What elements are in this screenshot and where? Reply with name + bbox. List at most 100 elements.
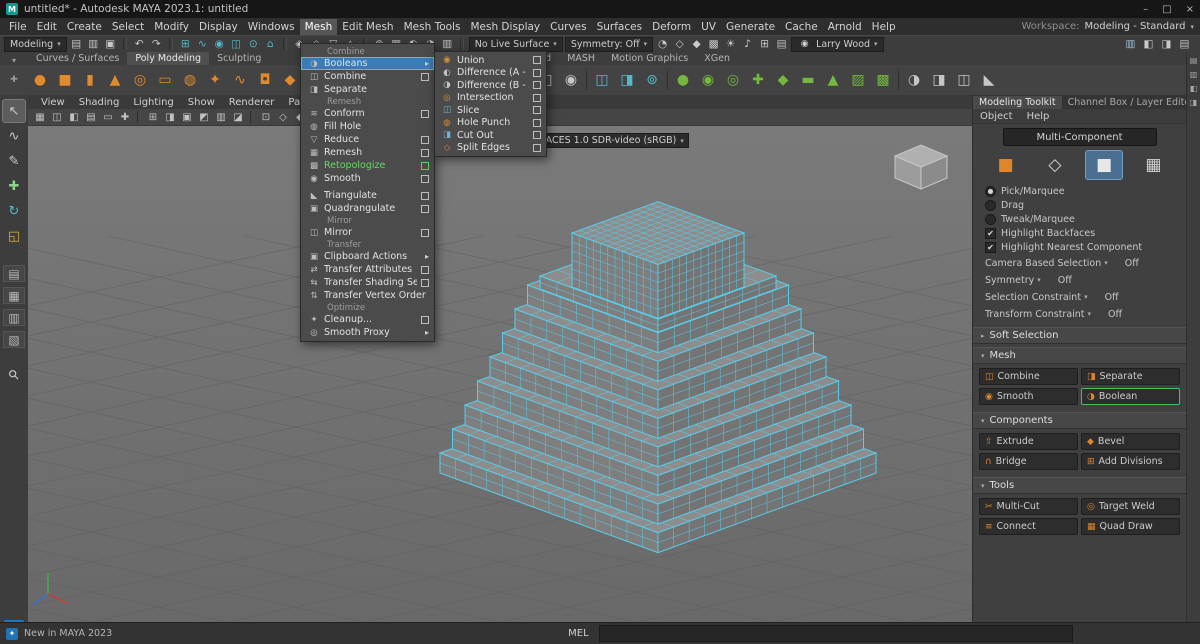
option-box-icon[interactable] <box>421 192 429 200</box>
layout-hypershade[interactable]: ▧ <box>3 331 25 348</box>
gate-mask-icon[interactable]: ◩ <box>196 110 212 124</box>
menu-item-smooth[interactable]: ◉Smooth <box>301 172 434 185</box>
bookmarks-icon[interactable]: ▤ <box>83 110 99 124</box>
object-mode-icon[interactable]: ■ <box>988 151 1024 179</box>
light-display-icon[interactable]: ☀ <box>723 37 738 52</box>
shelf-options-icon[interactable]: ✚ <box>0 75 28 85</box>
channel-box-toggle-icon[interactable]: ▤ <box>1177 37 1192 52</box>
menu-item-cleanup[interactable]: ✦Cleanup... <box>301 313 434 326</box>
shelf-tab-curves-surfaces[interactable]: Curves / Surfaces <box>28 52 127 65</box>
menu-edit[interactable]: Edit <box>32 19 62 35</box>
poly-helix-icon[interactable]: ∿ <box>228 68 252 92</box>
tool-settings-toggle-icon[interactable]: ◨ <box>1159 37 1174 52</box>
poly-torus-icon[interactable]: ◎ <box>128 68 152 92</box>
menu-create[interactable]: Create <box>62 19 107 35</box>
submenu-item-intersection[interactable]: ◎Intersection <box>435 92 546 105</box>
textured-display-icon[interactable]: ▩ <box>706 37 721 52</box>
sculpt-tool-icon[interactable]: ● <box>671 68 695 92</box>
render-view-icon[interactable]: ▥ <box>440 37 455 52</box>
vertex-mode-icon[interactable]: ◇ <box>1037 151 1073 179</box>
option-box-icon[interactable] <box>421 175 429 183</box>
menu-uv[interactable]: UV <box>696 19 721 35</box>
menu-item-fill-hole[interactable]: ◍Fill Hole <box>301 120 434 133</box>
menu-item-separate[interactable]: ◨Separate <box>301 83 434 96</box>
menu-item-quadrangulate[interactable]: ▣Quadrangulate <box>301 202 434 215</box>
menu-item-mirror[interactable]: ◫Mirror <box>301 226 434 239</box>
anim-preferences-icon[interactable]: ⊞ <box>757 37 772 52</box>
layout-four-pane[interactable]: ▦ <box>3 287 25 304</box>
layout-persp-outliner[interactable]: ▥ <box>3 309 25 326</box>
select-style-drag[interactable]: Drag <box>985 199 1186 212</box>
checkbox-icon[interactable]: ✔ <box>985 228 996 239</box>
new-scene-icon[interactable]: ▤ <box>69 37 84 52</box>
submenu-item-union[interactable]: ◉Union <box>435 54 546 67</box>
snap-point-icon[interactable]: ◉ <box>212 37 227 52</box>
option-box-icon[interactable] <box>421 229 429 237</box>
checkbox-highlight-nearest-component[interactable]: ✔Highlight Nearest Component <box>985 241 1186 254</box>
select-camera-icon[interactable]: ▦ <box>32 110 48 124</box>
option-box-icon[interactable] <box>421 73 429 81</box>
option-box-icon[interactable] <box>533 131 541 139</box>
shelf-tab-poly-modeling[interactable]: Poly Modeling <box>127 52 209 65</box>
poly-cube-icon[interactable]: ■ <box>53 68 77 92</box>
uv-mode-icon[interactable]: ▦ <box>1135 151 1171 179</box>
save-scene-icon[interactable]: ▣ <box>103 37 118 52</box>
option-box-icon[interactable] <box>421 149 429 157</box>
field-chart-icon[interactable]: ▥ <box>213 110 229 124</box>
select-style-tweak-marquee[interactable]: Tweak/Marquee <box>985 213 1186 226</box>
tab-channel-box-layer-editor[interactable]: Channel Box / Layer Editor <box>1062 96 1186 109</box>
poly-sphere-icon[interactable]: ● <box>28 68 52 92</box>
tool-settings-strip-icon[interactable]: ◨ <box>1190 98 1198 107</box>
command-language-toggle[interactable]: MEL <box>564 627 593 640</box>
option-box-icon[interactable] <box>421 136 429 144</box>
multi-cut-button[interactable]: ✂Multi-Cut <box>979 498 1078 515</box>
highlight-selection-icon[interactable]: ◔ <box>655 37 670 52</box>
toolkit-menu-help[interactable]: Help <box>1020 111 1057 122</box>
menu-item-conform[interactable]: ≋Conform <box>301 107 434 120</box>
panel-menu-lighting[interactable]: Lighting <box>126 97 180 108</box>
move-tool[interactable]: ✚ <box>3 175 25 197</box>
menu-item-transfer-attributes[interactable]: ⇄Transfer Attributes <box>301 263 434 276</box>
option-box-icon[interactable] <box>533 119 541 127</box>
grid-toggle-icon[interactable]: ⊞ <box>145 110 161 124</box>
menu-item-reduce[interactable]: ▽Reduce <box>301 133 434 146</box>
perspective-viewport[interactable]: ViewShadingLightingShowRendererPanels ▦◫… <box>28 95 972 622</box>
menu-mesh-display[interactable]: Mesh Display <box>465 19 545 35</box>
poly-cone-icon[interactable]: ▲ <box>103 68 127 92</box>
menu-item-clipboard-actions[interactable]: ▣Clipboard Actions▸ <box>301 250 434 263</box>
checkbox-icon[interactable]: ✔ <box>985 242 996 253</box>
spray-sculpt-icon[interactable]: ▨ <box>846 68 870 92</box>
2d-pan-zoom-icon[interactable]: ✚ <box>117 110 133 124</box>
open-scene-icon[interactable]: ▥ <box>86 37 101 52</box>
rotate-tool[interactable]: ↻ <box>3 200 25 222</box>
menu-surfaces[interactable]: Surfaces <box>592 19 647 35</box>
checkbox-highlight-backfaces[interactable]: ✔Highlight Backfaces <box>985 227 1186 240</box>
section-header-components[interactable]: ▾Components <box>973 412 1186 429</box>
mirror-icon[interactable]: ◫ <box>590 68 614 92</box>
shaded-display-icon[interactable]: ◆ <box>689 37 704 52</box>
outliner-strip-icon[interactable]: ▤ <box>1190 56 1198 65</box>
option-camera-based-selection[interactable]: Camera Based Selection▾Off <box>985 255 1186 271</box>
menu-item-triangulate[interactable]: ◣Triangulate <box>301 189 434 202</box>
menu-curves[interactable]: Curves <box>545 19 591 35</box>
repeat-sculpt-icon[interactable]: ▩ <box>871 68 895 92</box>
shelf-tab-mash[interactable]: MASH <box>559 52 603 65</box>
character-set-selector[interactable]: ◉ Larry Wood▾ <box>791 37 883 52</box>
snap-plane-icon[interactable]: ◫ <box>229 37 244 52</box>
poly-plane-icon[interactable]: ▭ <box>153 68 177 92</box>
menu-set-selector[interactable]: Modeling▾ <box>4 37 67 52</box>
layout-single-pane[interactable]: ▤ <box>3 265 25 282</box>
menu-display[interactable]: Display <box>194 19 243 35</box>
radio-icon[interactable] <box>985 186 996 197</box>
option-box-icon[interactable] <box>421 162 429 170</box>
menu-select[interactable]: Select <box>107 19 149 35</box>
panel-menu-renderer[interactable]: Renderer <box>222 97 282 108</box>
smooth-sculpt-icon[interactable]: ◉ <box>696 68 720 92</box>
minimize-button[interactable]: – <box>1143 4 1148 15</box>
submenu-item-difference-b-a[interactable]: ◑Difference (B - A) <box>435 79 546 92</box>
submenu-item-cut-out[interactable]: ◨Cut Out <box>435 129 546 142</box>
image-plane-icon[interactable]: ▭ <box>100 110 116 124</box>
menu-item-remesh[interactable]: ▦Remesh <box>301 146 434 159</box>
close-button[interactable]: × <box>1186 4 1194 15</box>
average-vertices-icon[interactable]: ⊚ <box>640 68 664 92</box>
